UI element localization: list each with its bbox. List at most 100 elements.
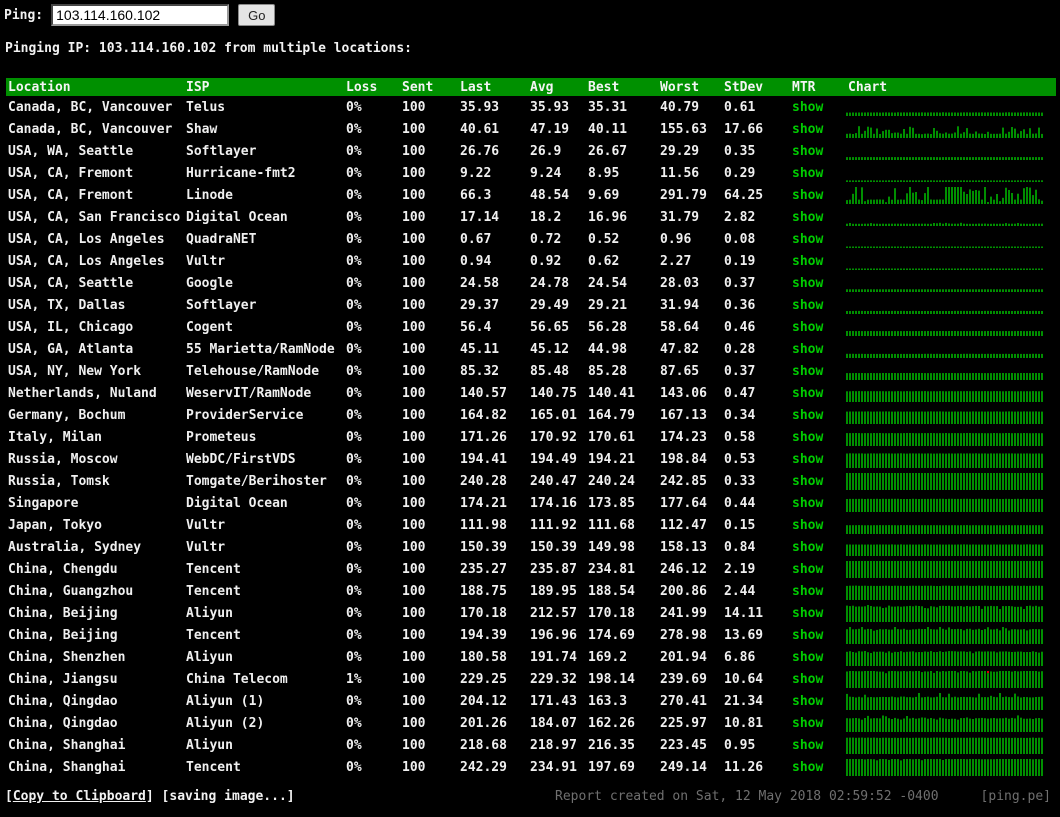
loss-cell: 0% [346, 649, 362, 665]
mtr-show-link[interactable]: show [792, 144, 823, 159]
best-cell: 170.61 [588, 429, 635, 445]
mtr-show-link[interactable]: show [792, 716, 823, 731]
mtr-show-link[interactable]: show [792, 364, 823, 379]
last-cell: 56.4 [460, 319, 492, 335]
stdev-cell: 0.37 [724, 363, 756, 379]
mtr-show-link[interactable]: show [792, 650, 823, 665]
mtr-show-link[interactable]: show [792, 430, 823, 445]
avg-cell: 218.97 [530, 737, 577, 753]
location-cell: China, Shanghai [8, 759, 126, 775]
copy-bracket-open: [ [5, 789, 13, 804]
sent-cell: 100 [402, 495, 426, 511]
mtr-show-link[interactable]: show [792, 166, 823, 181]
mtr-show-link[interactable]: show [792, 122, 823, 137]
avg-cell: 111.92 [530, 517, 577, 533]
ping-sparkline [846, 268, 1043, 270]
ping-sparkline [846, 671, 1043, 688]
mtr-show-link[interactable]: show [792, 584, 823, 599]
best-cell: 0.62 [588, 253, 620, 269]
sent-cell: 100 [402, 143, 426, 159]
copy-to-clipboard-link[interactable]: Copy to Clipboard [13, 789, 146, 804]
last-cell: 204.12 [460, 693, 507, 709]
location-cell: China, Beijing [8, 627, 118, 643]
best-cell: 164.79 [588, 407, 635, 423]
mtr-show-link[interactable]: show [792, 298, 823, 313]
stdev-cell: 6.86 [724, 649, 756, 665]
mtr-show-link[interactable]: show [792, 540, 823, 555]
mtr-show-link[interactable]: show [792, 738, 823, 753]
ping-target-input[interactable] [51, 4, 230, 26]
isp-cell: Vultr [186, 517, 226, 533]
ping-sparkline [846, 498, 1043, 512]
mtr-show-link[interactable]: show [792, 188, 823, 203]
best-cell: 240.24 [588, 473, 635, 489]
location-cell: Singapore [8, 495, 79, 511]
avg-cell: 191.74 [530, 649, 577, 665]
stdev-cell: 0.19 [724, 253, 756, 269]
isp-cell: Telehouse/RamNode [186, 363, 320, 379]
table-row: China, Guangzhou Tencent 0% 100 188.75 1… [6, 580, 1056, 602]
best-cell: 16.96 [588, 209, 628, 225]
chart-cell [846, 186, 1056, 204]
worst-cell: 225.97 [660, 715, 707, 731]
mtr-show-link[interactable]: show [792, 452, 823, 467]
isp-cell: Linode [186, 187, 233, 203]
mtr-show-link[interactable]: show [792, 100, 823, 115]
table-row: Japan, Tokyo Vultr 0% 100 111.98 111.92 … [6, 514, 1056, 536]
mtr-show-link[interactable]: show [792, 562, 823, 577]
worst-cell: 291.79 [660, 187, 707, 203]
mtr-show-link[interactable]: show [792, 210, 823, 225]
loss-cell: 0% [346, 121, 362, 137]
mtr-show-link[interactable]: show [792, 254, 823, 269]
location-cell: USA, CA, Fremont [8, 187, 134, 203]
avg-cell: 24.78 [530, 275, 570, 291]
worst-cell: 155.63 [660, 121, 707, 137]
stdev-cell: 2.44 [724, 583, 756, 599]
mtr-show-link[interactable]: show [792, 496, 823, 511]
table-row: China, Jiangsu China Telecom 1% 100 229.… [6, 668, 1056, 690]
mtr-show-link[interactable]: show [792, 408, 823, 423]
loss-cell: 0% [346, 693, 362, 709]
loss-cell: 0% [346, 517, 362, 533]
go-button[interactable]: Go [238, 4, 276, 26]
chart-cell [846, 626, 1056, 644]
mtr-show-link[interactable]: show [792, 342, 823, 357]
avg-cell: 45.12 [530, 341, 570, 357]
isp-cell: Tomgate/Berihoster [186, 473, 327, 489]
worst-cell: 87.65 [660, 363, 700, 379]
last-cell: 17.14 [460, 209, 500, 225]
stdev-cell: 0.36 [724, 297, 756, 313]
stdev-cell: 17.66 [724, 121, 764, 137]
best-cell: 188.54 [588, 583, 635, 599]
table-row: USA, TX, Dallas Softlayer 0% 100 29.37 2… [6, 294, 1056, 316]
stdev-cell: 0.34 [724, 407, 756, 423]
report-timestamp: Report created on Sat, 12 May 2018 02:59… [555, 789, 939, 804]
mtr-show-link[interactable]: show [792, 694, 823, 709]
mtr-show-link[interactable]: show [792, 386, 823, 401]
stdev-cell: 2.19 [724, 561, 756, 577]
mtr-show-link[interactable]: show [792, 320, 823, 335]
mtr-show-link[interactable]: show [792, 606, 823, 621]
worst-cell: 177.64 [660, 495, 707, 511]
mtr-show-link[interactable]: show [792, 760, 823, 775]
loss-cell: 0% [346, 319, 362, 335]
mtr-show-link[interactable]: show [792, 518, 823, 533]
mtr-show-link[interactable]: show [792, 474, 823, 489]
mtr-show-link[interactable]: show [792, 232, 823, 247]
ping-sparkline [846, 715, 1043, 732]
ping-sparkline [846, 585, 1043, 600]
ping-sparkline [846, 180, 1043, 182]
table-row: USA, CA, San Francisco Digital Ocean 0% … [6, 206, 1056, 228]
mtr-show-link[interactable]: show [792, 276, 823, 291]
location-cell: USA, CA, Seattle [8, 275, 134, 291]
mtr-show-link[interactable]: show [792, 672, 823, 687]
best-cell: 194.21 [588, 451, 635, 467]
isp-cell: WebDC/FirstVDS [186, 451, 296, 467]
header-location: Location [8, 79, 71, 95]
chart-cell [846, 714, 1056, 732]
location-cell: Japan, Tokyo [8, 517, 102, 533]
chart-cell [846, 582, 1056, 600]
loss-cell: 0% [346, 385, 362, 401]
mtr-show-link[interactable]: show [792, 628, 823, 643]
ping-sparkline [846, 222, 1043, 226]
